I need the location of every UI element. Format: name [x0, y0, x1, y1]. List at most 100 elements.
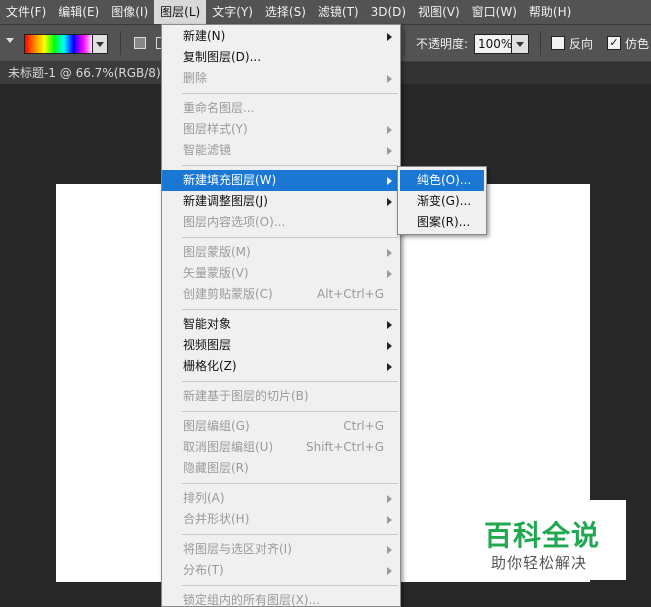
document-tab[interactable]: 未标题-1 @ 66.7%(RGB/8) [0, 62, 168, 84]
menu-type[interactable]: 文字(Y) [206, 0, 259, 24]
layer-menu-item[interactable]: 栅格化(Z) [162, 356, 400, 377]
submenu-arrow-icon [387, 198, 392, 206]
layer-menu-item: 分布(T) [162, 560, 400, 581]
layer-menu-item: 重命名图层... [162, 98, 400, 119]
menu-item-label: 智能滤镜 [183, 143, 232, 157]
menu-edit[interactable]: 编辑(E) [52, 0, 105, 24]
layer-menu-item: 隐藏图层(R) [162, 458, 400, 479]
submenu-arrow-icon [387, 321, 392, 329]
fill-solid-color-item[interactable]: 纯色(O)... [400, 170, 484, 191]
menu-bar: 文件(F) 编辑(E) 图像(I) 图层(L) 文字(Y) 选择(S) 滤镜(T… [0, 0, 651, 25]
submenu-arrow-icon [387, 363, 392, 371]
menu-item-label: 新建调整图层(J) [183, 194, 268, 208]
linear-gradient-icon[interactable] [134, 37, 146, 49]
menu-select[interactable]: 选择(S) [259, 0, 312, 24]
layer-menu-item[interactable]: 复制图层(D)... [162, 47, 400, 68]
menu-item-label: 栅格化(Z) [183, 359, 237, 373]
submenu-arrow-icon [387, 177, 392, 185]
layer-menu-item[interactable]: 新建调整图层(J) [162, 191, 400, 212]
layer-menu-item: 取消图层编组(U) Shift+Ctrl+G [162, 437, 400, 458]
menu-item-label: 图层蒙版(M) [183, 245, 251, 259]
menu-item-label: 图层编组(G) [183, 419, 250, 433]
menu-item-label: 创建剪贴蒙版(C) [183, 287, 273, 301]
layer-menu-item: 图层内容选项(O)... [162, 212, 400, 233]
options-divider [120, 31, 121, 55]
opacity-input[interactable]: 100% [474, 34, 513, 54]
submenu-arrow-icon [387, 249, 392, 257]
layer-menu-item: 智能滤镜 [162, 140, 400, 161]
menu-help[interactable]: 帮助(H) [523, 0, 577, 24]
layer-menu-item: 合并形状(H) [162, 509, 400, 530]
watermark-logo: 百科全说 助你轻松解决 [476, 500, 626, 580]
menu-item-label: 合并形状(H) [183, 512, 250, 526]
layer-menu-item[interactable]: 新建填充图层(W) [162, 170, 400, 191]
menu-separator [182, 534, 398, 535]
layer-menu-item: 图层样式(Y) [162, 119, 400, 140]
menu-item-label: 新建(N) [183, 29, 226, 43]
menu-3d[interactable]: 3D(D) [365, 0, 412, 24]
menu-item-label: 排列(A) [183, 491, 225, 505]
submenu-arrow-icon [387, 126, 392, 134]
layer-menu-item: 创建剪贴蒙版(C) Alt+Ctrl+G [162, 284, 400, 305]
layer-menu-item[interactable]: 智能对象 [162, 314, 400, 335]
layer-menu-item: 矢量蒙版(V) [162, 263, 400, 284]
layer-menu-item[interactable]: 视频图层 [162, 335, 400, 356]
menu-view[interactable]: 视图(V) [412, 0, 466, 24]
layer-menu-dropdown: 新建(N) 复制图层(D)... 删除重命名图层... 图层样式(Y) 智能滤镜新建填充… [161, 24, 401, 607]
menu-item-label: 智能对象 [183, 317, 232, 331]
watermark-subtitle: 助你轻松解决 [491, 554, 588, 572]
dither-checkbox[interactable]: ✓ [607, 36, 621, 50]
fill-layer-submenu: 纯色(O)... 渐变(G)... 图案(R)... [397, 166, 487, 235]
gradient-swatch[interactable] [24, 34, 94, 54]
menu-separator [182, 165, 398, 166]
reverse-label: 反向 [569, 37, 594, 51]
layer-menu-item: 删除 [162, 68, 400, 89]
menu-item-label: 图层内容选项(O)... [183, 215, 286, 229]
menu-separator [182, 309, 398, 310]
layer-menu-item[interactable]: 新建(N) [162, 26, 400, 47]
layer-menu-item: 锁定组内的所有图层(X)... [162, 590, 400, 606]
layer-menu-item: 图层蒙版(M) [162, 242, 400, 263]
menu-item-label: 视频图层 [183, 338, 232, 352]
menu-item-label: 隐藏图层(R) [183, 461, 249, 475]
fill-pattern-item[interactable]: 图案(R)... [398, 212, 486, 233]
menu-item-label: 删除 [183, 71, 208, 85]
dither-label: 仿色 [625, 37, 650, 51]
submenu-arrow-icon [387, 342, 392, 350]
submenu-arrow-icon [387, 75, 392, 83]
menu-item-label: 复制图层(D)... [183, 50, 262, 64]
menu-separator [182, 483, 398, 484]
menu-separator [182, 93, 398, 94]
tool-preset-dropdown-icon[interactable] [6, 38, 14, 43]
submenu-arrow-icon [387, 516, 392, 524]
options-divider [540, 31, 541, 55]
menu-filter[interactable]: 滤镜(T) [312, 0, 365, 24]
menu-item-shortcut: Ctrl+G [343, 419, 384, 433]
submenu-arrow-icon [387, 33, 392, 41]
reverse-checkbox[interactable] [551, 36, 565, 50]
menu-window[interactable]: 窗口(W) [466, 0, 523, 24]
opacity-dropdown[interactable] [511, 34, 529, 54]
menu-item-label: 新建填充图层(W) [183, 173, 277, 187]
submenu-arrow-icon [387, 546, 392, 554]
layer-menu-item: 将图层与选区对齐(I) [162, 539, 400, 560]
menu-item-label: 矢量蒙版(V) [183, 266, 249, 280]
fill-gradient-item[interactable]: 渐变(G)... [398, 191, 486, 212]
watermark-title: 百科全说 [484, 519, 601, 552]
menu-separator [182, 411, 398, 412]
menu-file[interactable]: 文件(F) [0, 0, 52, 24]
menu-separator [182, 381, 398, 382]
menu-layer[interactable]: 图层(L) [154, 0, 207, 24]
submenu-arrow-icon [387, 147, 392, 155]
layer-menu-item: 图层编组(G) Ctrl+G [162, 416, 400, 437]
layer-menu-item: 排列(A) [162, 488, 400, 509]
menu-item-shortcut: Shift+Ctrl+G [305, 440, 384, 454]
opacity-label: 不透明度: [416, 37, 469, 51]
layer-menu-item: 新建基于图层的切片(B) [162, 386, 400, 407]
menu-image[interactable]: 图像(I) [105, 0, 154, 24]
menu-item-label: 图层样式(Y) [183, 122, 248, 136]
menu-item-label: 取消图层编组(U) [183, 440, 274, 454]
menu-item-label: 分布(T) [183, 563, 224, 577]
gradient-picker-dropdown[interactable] [92, 34, 108, 54]
menu-separator [182, 585, 398, 586]
